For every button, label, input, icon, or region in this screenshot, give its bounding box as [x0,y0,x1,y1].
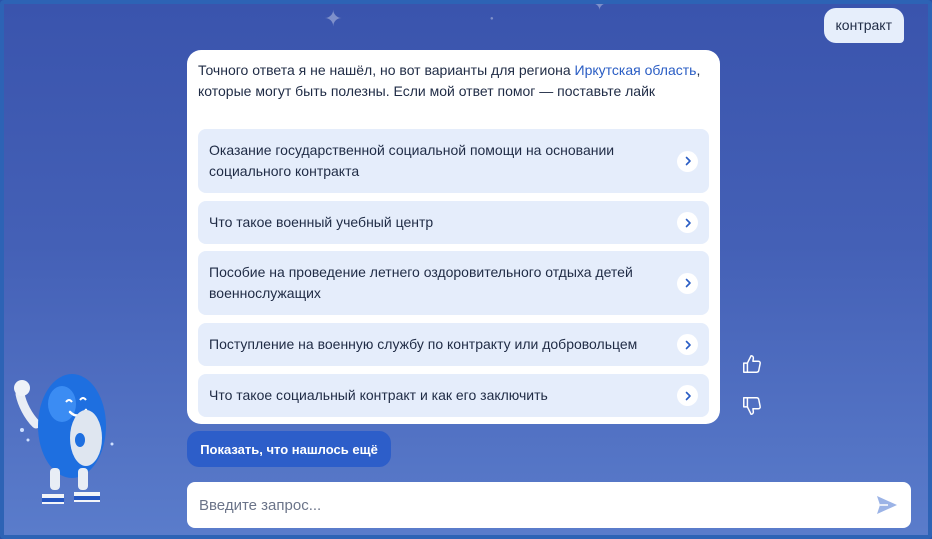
user-message-text: контракт [835,17,892,33]
query-input[interactable] [199,496,875,514]
query-input-box [187,482,911,528]
sparkle-decoration: ✦ [592,0,608,14]
answer-option[interactable]: Что такое социальный контракт и как его … [198,374,709,417]
chevron-right-icon [677,385,698,406]
chat-window: ✦ ● ✦ контракт Точного ответа я не нашёл… [0,0,932,539]
answer-option-label: Что такое социальный контракт и как его … [209,387,548,403]
chevron-right-icon [677,334,698,355]
chevron-right-icon [677,272,698,294]
user-message: контракт [823,8,904,43]
mascot-illustration [6,364,118,514]
answer-option-label: Поступление на военную службу по контрак… [209,336,638,352]
answer-option[interactable]: Что такое военный учебный центр [198,201,709,244]
intro-text-start: Точного ответа я не нашёл, но вот вариан… [198,62,575,78]
sparkle-decoration: ● [490,16,494,22]
region-link[interactable]: Иркутская область [575,62,697,78]
answer-option-label: Оказание государственной социальной помо… [209,142,615,179]
answer-option[interactable]: Оказание государственной социальной помо… [198,129,709,193]
bot-message: Точного ответа я не нашёл, но вот вариан… [187,50,720,424]
bot-intro-text: Точного ответа я не нашёл, но вот вариан… [198,60,709,102]
sparkle-decoration: ✦ [324,6,343,31]
thumbs-up-icon[interactable] [741,353,763,375]
chevron-right-icon [677,212,698,233]
answer-option[interactable]: Поступление на военную службу по контрак… [198,323,709,366]
answer-option-label: Что такое военный учебный центр [209,214,434,230]
chevron-right-icon [677,150,698,172]
answer-option[interactable]: Пособие на проведение летнего оздоровите… [198,251,709,315]
answer-option-label: Пособие на проведение летнего оздоровите… [209,264,633,301]
show-more-button[interactable]: Показать, что нашлось ещё [187,431,391,467]
send-icon[interactable] [875,493,899,517]
thumbs-down-icon[interactable] [741,395,763,417]
